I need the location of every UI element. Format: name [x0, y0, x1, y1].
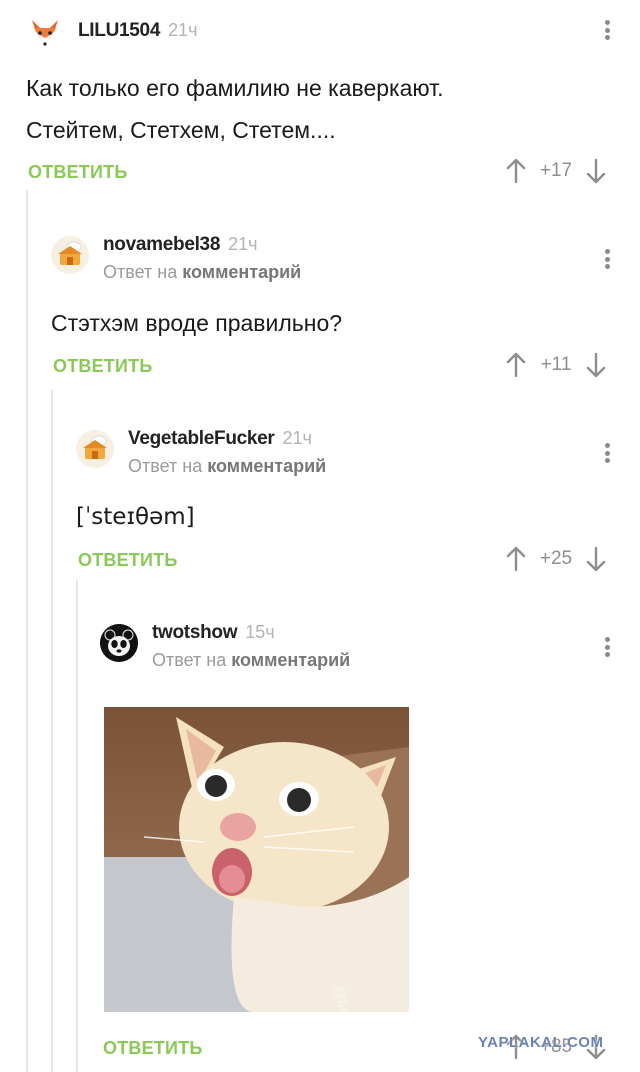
more-options-icon[interactable] [595, 633, 619, 661]
comment-text: Стэтхэм вроде правильно? [51, 310, 343, 336]
username[interactable]: LILU1504 [78, 20, 160, 42]
thread-line-level-1 [26, 190, 28, 1072]
more-options-icon[interactable] [595, 16, 619, 44]
default-avatar-icon[interactable] [76, 430, 114, 468]
comment-text: Как только его фамилию не каверкают. Сте… [26, 67, 444, 151]
comment-header: novamebel38 21ч Ответ на комментарий [51, 234, 301, 283]
thread-line-level-2 [51, 390, 53, 1072]
vote-controls: +25 [506, 546, 606, 572]
upvote-arrow-icon[interactable] [506, 352, 526, 378]
reply-button[interactable]: ОТВЕТИТЬ [53, 356, 152, 377]
vote-controls: +11 [506, 352, 606, 378]
username[interactable]: novamebel38 [103, 234, 220, 256]
more-options-icon[interactable] [595, 439, 619, 467]
score: +25 [539, 548, 573, 569]
comment-header: twotshow 15ч Ответ на комментарий [100, 622, 350, 671]
username[interactable]: twotshow [152, 622, 238, 644]
site-watermark: YAPLAKAL.COM [478, 1034, 604, 1051]
reply-to-link[interactable]: Ответ на комментарий [128, 456, 326, 477]
comment-header: LILU1504 21ч [26, 14, 198, 52]
vote-controls: +17 [506, 158, 606, 184]
downvote-arrow-icon[interactable] [586, 546, 606, 572]
score: +17 [539, 160, 573, 181]
reply-to-prefix: Ответ на [128, 456, 203, 476]
thread-line-level-3 [76, 580, 78, 1072]
comment-header: VegetableFucker 21ч Ответ на комментарий [76, 428, 326, 477]
timestamp: 21ч [168, 20, 198, 40]
more-options-icon[interactable] [595, 245, 619, 273]
comment-text: [ˈsteɪθəm] [76, 504, 195, 530]
reply-to-prefix: Ответ на [152, 650, 227, 670]
score: +11 [540, 354, 572, 375]
downvote-arrow-icon[interactable] [586, 352, 606, 378]
reply-button[interactable]: ОТВЕТИТЬ [28, 162, 127, 183]
coughing-cat-image[interactable]: @fuckcat [104, 707, 409, 1012]
reply-to-target[interactable]: комментарий [182, 262, 301, 282]
reply-to-target[interactable]: комментарий [207, 456, 326, 476]
timestamp: 21ч [228, 234, 258, 254]
username[interactable]: VegetableFucker [128, 428, 275, 450]
reply-to-target[interactable]: комментарий [231, 650, 350, 670]
reply-button[interactable]: ОТВЕТИТЬ [103, 1038, 202, 1059]
upvote-arrow-icon[interactable] [506, 546, 526, 572]
reply-button[interactable]: ОТВЕТИТЬ [78, 550, 177, 571]
panda-avatar-icon[interactable] [100, 624, 138, 662]
timestamp: 21ч [282, 428, 312, 448]
reply-to-prefix: Ответ на [103, 262, 178, 282]
timestamp: 15ч [245, 622, 275, 642]
fox-avatar-icon[interactable] [26, 14, 64, 52]
reply-to-link[interactable]: Ответ на комментарий [103, 262, 301, 283]
comment-text-line: Как только его фамилию не каверкают. [26, 75, 444, 101]
reply-to-link[interactable]: Ответ на комментарий [152, 650, 350, 671]
upvote-arrow-icon[interactable] [506, 158, 526, 184]
comment-text-line: Стейтем, Стетхем, Стетем.... [26, 117, 336, 143]
default-avatar-icon[interactable] [51, 236, 89, 274]
downvote-arrow-icon[interactable] [586, 158, 606, 184]
